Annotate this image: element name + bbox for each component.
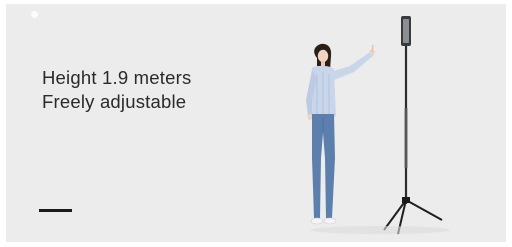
woman-figure-image: [306, 43, 375, 225]
frame-border-top: [0, 0, 512, 4]
product-photo: [306, 16, 450, 235]
frame-border-right: [506, 0, 512, 247]
product-banner: Height 1.9 meters Freely adjustable: [0, 0, 512, 247]
caption-height-line: Height 1.9 meters: [42, 67, 192, 88]
feature-caption: Height 1.9 meters Freely adjustable: [42, 66, 191, 114]
caption-adjustable-line: Freely adjustable: [42, 91, 187, 112]
frame-border-left: [0, 0, 6, 247]
corner-dot-icon: [31, 11, 38, 18]
frame-border-bottom: [0, 242, 512, 247]
accent-underline: [39, 209, 72, 212]
tripod-selfie-stick-image: [383, 16, 443, 235]
